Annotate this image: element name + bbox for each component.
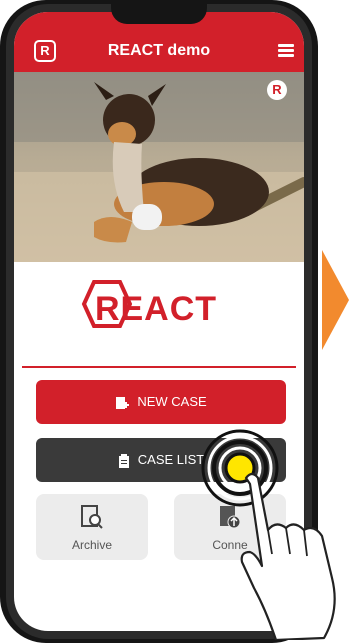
app-title: REACT demo — [107, 42, 211, 59]
dog-photo — [14, 72, 304, 262]
brand-wordmark: REACT — [94, 290, 218, 328]
search-document-icon — [81, 505, 103, 529]
pointing-hand-icon — [240, 472, 336, 640]
archive-card[interactable]: Archive — [36, 494, 148, 560]
brand-logo: REACT — [76, 274, 236, 334]
add-document-icon — [116, 396, 130, 409]
arrow-right-icon — [322, 250, 349, 350]
divider — [22, 366, 296, 368]
menu-icon[interactable] — [278, 44, 294, 58]
archive-label: Archive — [71, 538, 112, 552]
new-case-button[interactable]: NEW CASE — [36, 380, 286, 424]
hero-photo: R — [14, 72, 304, 262]
case-list-label: CASE LIST — [137, 452, 205, 467]
new-case-label: NEW CASE — [137, 394, 207, 409]
clipboard-icon — [118, 453, 129, 468]
react-badge-icon: R — [267, 80, 287, 100]
phone-notch — [111, 0, 207, 24]
